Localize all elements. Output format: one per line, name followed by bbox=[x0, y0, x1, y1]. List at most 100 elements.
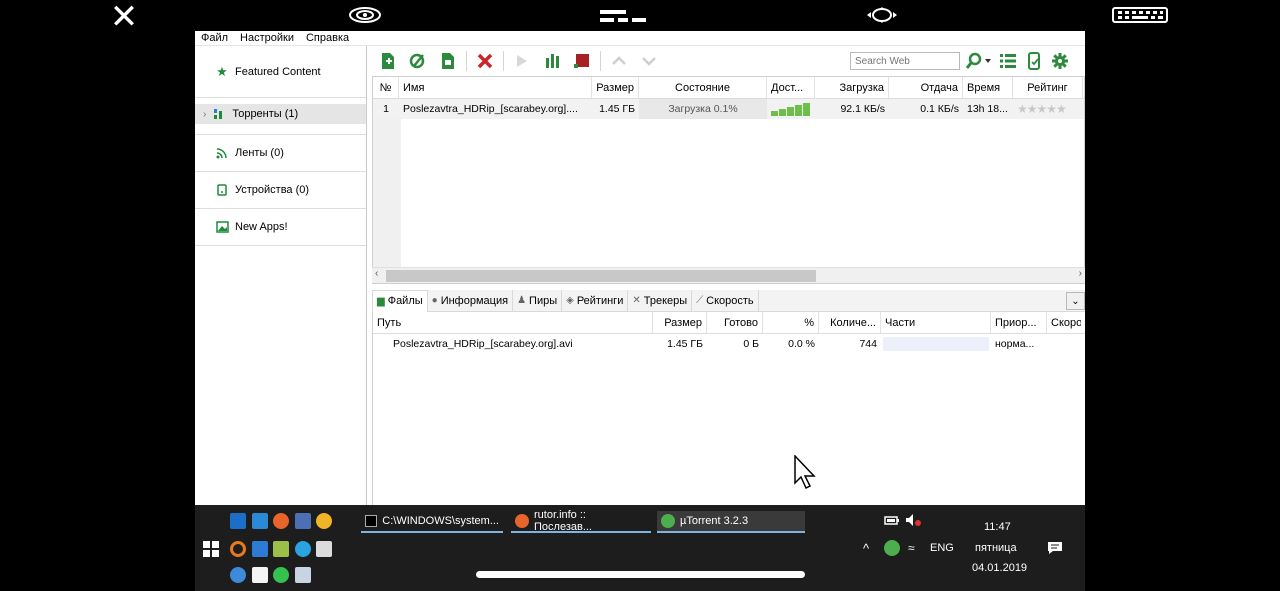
mouse-cursor-icon bbox=[794, 455, 816, 490]
close-icon[interactable]: ✕ bbox=[108, 0, 140, 34]
globe-icon[interactable] bbox=[230, 567, 246, 583]
warning-app-icon[interactable] bbox=[316, 513, 332, 529]
pause-button[interactable] bbox=[538, 48, 566, 74]
remote-device-button[interactable] bbox=[1022, 48, 1046, 74]
remote-desktop-icon[interactable] bbox=[295, 513, 311, 529]
col-availability[interactable]: Дост... bbox=[767, 77, 815, 98]
task-utorrent[interactable]: µTorrent 3.2.3 bbox=[657, 511, 805, 533]
col-name[interactable]: Имя bbox=[399, 77, 592, 98]
col-eta[interactable]: Время bbox=[963, 77, 1013, 98]
col-speed[interactable]: Скоро bbox=[1047, 312, 1081, 333]
whatsapp-icon[interactable] bbox=[273, 567, 289, 583]
task-cmd[interactable]: C:\WINDOWS\system... bbox=[361, 511, 503, 533]
telegram-icon[interactable] bbox=[295, 541, 311, 557]
col-percent[interactable]: % bbox=[763, 312, 819, 333]
menu-settings[interactable]: Настройки bbox=[234, 32, 300, 44]
list-view-button[interactable] bbox=[996, 48, 1020, 74]
utorrent-tray-icon[interactable] bbox=[884, 540, 900, 556]
collapse-panel-button[interactable]: ⌄ bbox=[1066, 292, 1085, 310]
col-done[interactable]: Готово bbox=[707, 312, 763, 333]
search-button[interactable] bbox=[964, 48, 994, 74]
app-ring-icon[interactable] bbox=[230, 541, 246, 557]
tab-files[interactable]: ▆ Файлы bbox=[372, 289, 428, 312]
col-pieces-count[interactable]: Количе... bbox=[819, 312, 881, 333]
settings-button[interactable] bbox=[1048, 48, 1072, 74]
menu-bars-icon[interactable] bbox=[598, 8, 648, 24]
tab-ratings[interactable]: ◈ Рейтинги bbox=[562, 289, 629, 312]
task-firefox[interactable]: rutor.info :: Послезав... bbox=[511, 509, 651, 533]
scrollbar-thumb[interactable] bbox=[386, 270, 816, 282]
horizontal-scrollbar[interactable]: ‹ › bbox=[372, 267, 1085, 283]
clock-time[interactable]: 11:47 bbox=[984, 521, 1011, 533]
sidebar-item-featured[interactable]: ★ Featured Content bbox=[195, 46, 366, 98]
stop-icon bbox=[574, 54, 589, 68]
battery-icon[interactable] bbox=[884, 513, 900, 529]
arrow-down-icon bbox=[642, 57, 656, 66]
speed-graph-icon: ⟋ bbox=[696, 295, 704, 306]
outlook-icon[interactable] bbox=[230, 513, 246, 529]
col-rating[interactable]: Рейтинг bbox=[1013, 77, 1083, 98]
menu-help[interactable]: Справка bbox=[300, 32, 355, 44]
torrent-number: 1 bbox=[383, 103, 389, 115]
start-button[interactable] bbox=[508, 48, 536, 74]
col-status[interactable]: Состояние bbox=[639, 77, 767, 98]
clock-date[interactable]: 04.01.2019 bbox=[972, 562, 1027, 574]
col-size[interactable]: Размер bbox=[592, 77, 639, 98]
firefox-icon[interactable] bbox=[273, 513, 289, 529]
move-arrows-icon[interactable] bbox=[866, 6, 898, 24]
window-app-icon[interactable] bbox=[295, 567, 311, 583]
wifi-icon[interactable]: ≈ bbox=[908, 541, 915, 555]
search-web-input[interactable] bbox=[850, 52, 960, 70]
sidebar-item-feeds[interactable]: Ленты (0) bbox=[195, 135, 366, 172]
status-text: Загрузка 0.1% bbox=[668, 103, 738, 115]
col-upload-speed[interactable]: Отдача bbox=[889, 77, 963, 98]
tab-peers[interactable]: ♟ Пиры bbox=[513, 289, 563, 312]
col-priority[interactable]: Приор... bbox=[991, 312, 1047, 333]
chevron-right-icon[interactable]: › bbox=[203, 109, 206, 120]
move-up-button[interactable] bbox=[605, 48, 633, 74]
remove-button[interactable] bbox=[471, 48, 499, 74]
grid-app-icon[interactable] bbox=[252, 541, 268, 557]
move-down-button[interactable] bbox=[635, 48, 663, 74]
tab-trackers[interactable]: ✕ Трекеры bbox=[628, 289, 693, 312]
scroll-left-icon[interactable]: ‹ bbox=[375, 268, 378, 279]
home-indicator-bar[interactable] bbox=[476, 571, 805, 578]
col-pieces[interactable]: Части bbox=[881, 312, 991, 333]
tab-info[interactable]: ● Информация bbox=[428, 289, 514, 312]
installer-icon[interactable] bbox=[316, 541, 332, 557]
sidebar-item-torrents[interactable]: › Торренты (1) bbox=[195, 104, 366, 124]
table-row[interactable]: 1 Poslezavtra_HDRip_[scarabey.org].... 1… bbox=[373, 99, 1084, 119]
torrent-size: 1.45 ГБ bbox=[599, 103, 635, 115]
add-torrent-button[interactable] bbox=[374, 48, 402, 74]
notepad-icon[interactable] bbox=[273, 541, 289, 557]
volume-muted-icon[interactable] bbox=[905, 513, 921, 529]
col-path[interactable]: Путь bbox=[373, 312, 653, 333]
table-row[interactable]: Poslezavtra_HDRip_[scarabey.org].avi 1.4… bbox=[373, 334, 1085, 354]
col-download-speed[interactable]: Загрузка bbox=[815, 77, 889, 98]
col-file-size[interactable]: Размер bbox=[653, 312, 707, 333]
document-icon[interactable] bbox=[252, 567, 268, 583]
rating-stars-icon[interactable]: ★★★★★ bbox=[1013, 99, 1083, 119]
sidebar-item-apps[interactable]: New Apps! bbox=[195, 209, 366, 246]
col-number[interactable]: № bbox=[373, 77, 399, 98]
sidebar-item-devices[interactable]: Устройства (0) bbox=[195, 172, 366, 209]
chevron-up-icon[interactable]: ^ bbox=[863, 541, 869, 556]
menu-file[interactable]: Файл bbox=[195, 32, 234, 44]
pieces-progress bbox=[883, 337, 989, 351]
settings-gear-icon[interactable] bbox=[348, 6, 382, 24]
tab-speed[interactable]: ⟋ Скорость bbox=[692, 289, 759, 312]
notifications-icon[interactable] bbox=[1047, 540, 1063, 556]
folder-icon: ▆ bbox=[377, 295, 385, 307]
screen-icon[interactable] bbox=[252, 513, 268, 529]
files-list-header: Путь Размер Готово % Количе... Части При… bbox=[373, 312, 1085, 334]
keyboard-icon[interactable] bbox=[1112, 7, 1168, 23]
tab-label: Файлы bbox=[387, 295, 423, 307]
stop-button[interactable] bbox=[568, 48, 596, 74]
add-url-button[interactable] bbox=[404, 48, 432, 74]
language-indicator[interactable]: ENG bbox=[930, 542, 954, 554]
scroll-right-icon[interactable]: › bbox=[1079, 268, 1082, 279]
clock-day[interactable]: пятница bbox=[975, 542, 1017, 554]
windows-start-icon[interactable] bbox=[203, 541, 219, 557]
create-torrent-button[interactable] bbox=[434, 48, 462, 74]
add-link-icon bbox=[409, 53, 425, 69]
